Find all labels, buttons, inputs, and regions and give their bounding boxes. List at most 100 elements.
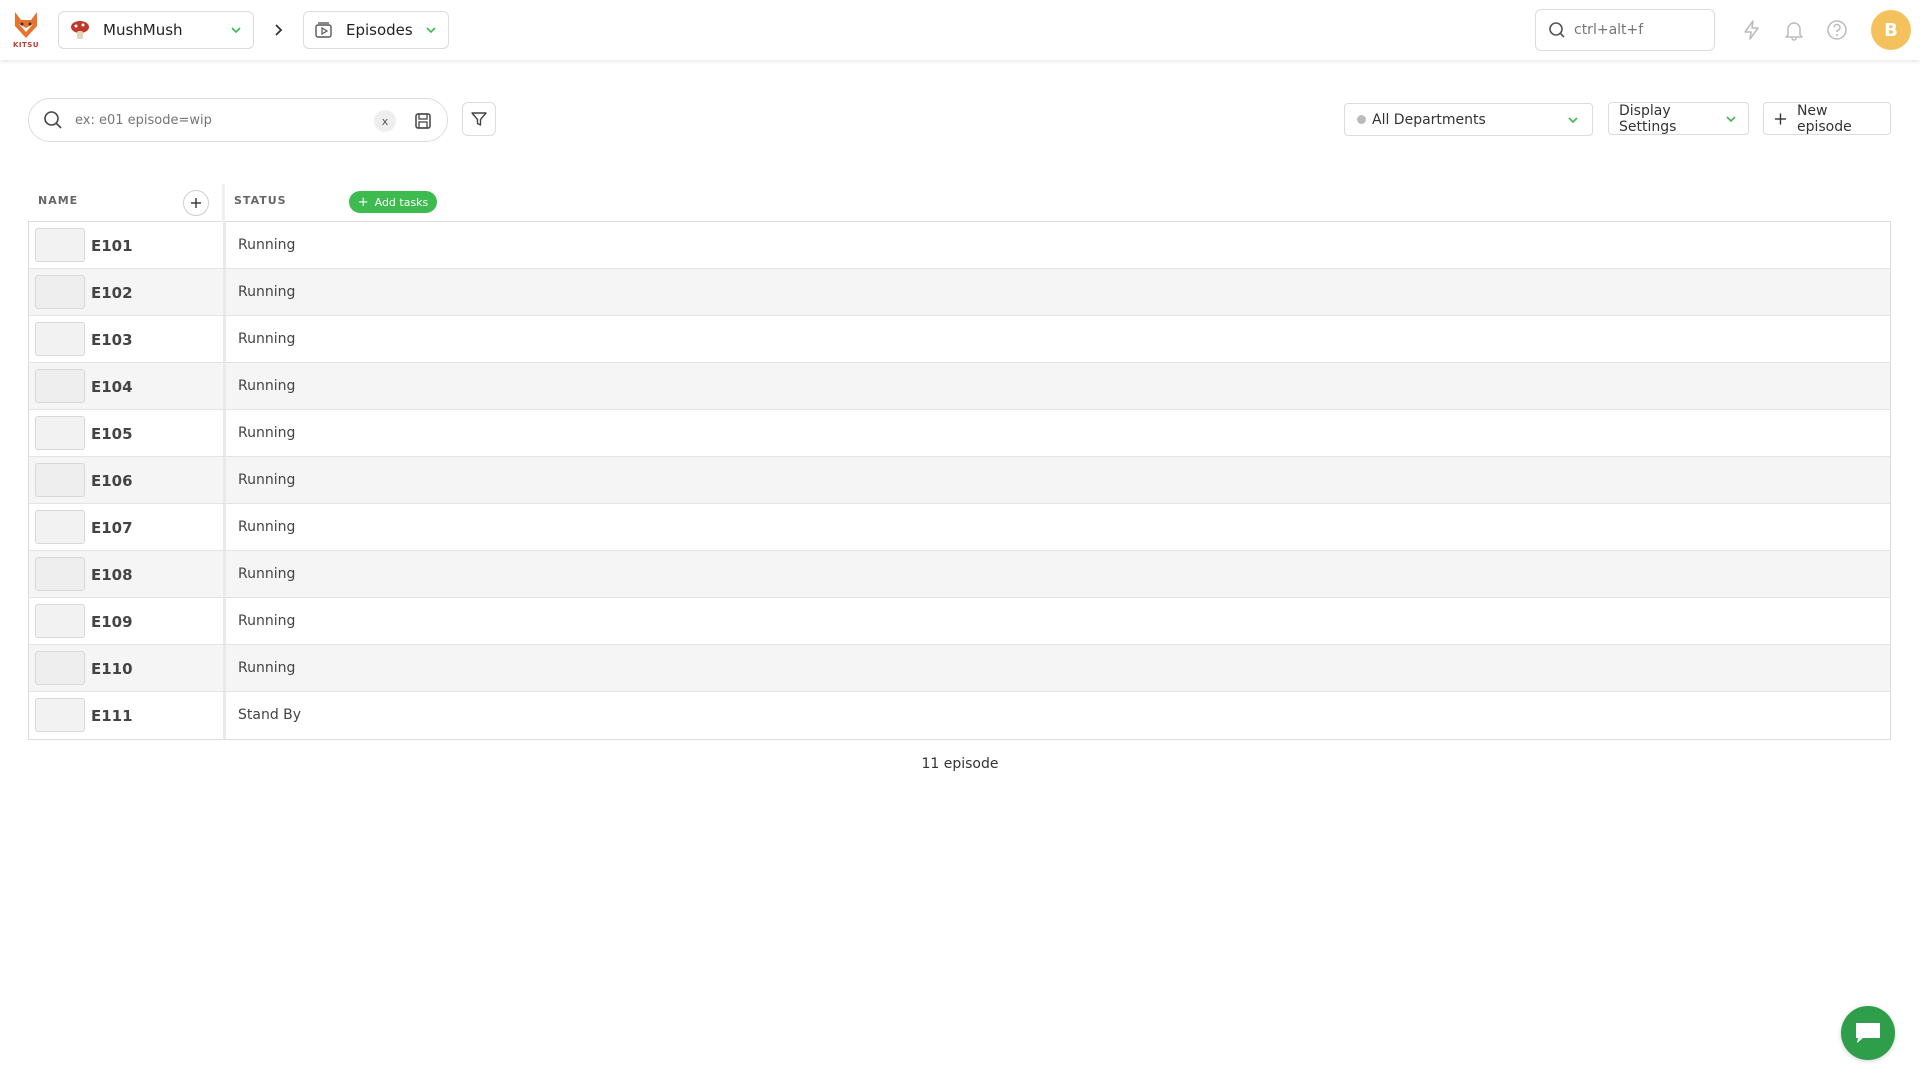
- department-label: All Departments: [1372, 111, 1486, 128]
- column-divider: [223, 598, 226, 644]
- column-header-status[interactable]: STATUS: [234, 194, 287, 207]
- column-divider: [223, 504, 226, 550]
- global-search-input[interactable]: [1574, 22, 1704, 38]
- episode-thumbnail[interactable]: [35, 322, 85, 356]
- column-divider: [223, 269, 226, 315]
- table-row[interactable]: E101 Running: [29, 222, 1890, 269]
- column-divider: [222, 184, 225, 222]
- lightning-icon[interactable]: [1739, 17, 1765, 43]
- episode-name[interactable]: E111: [91, 707, 133, 725]
- column-divider: [223, 363, 226, 409]
- table-row[interactable]: E106 Running: [29, 457, 1890, 504]
- episode-name[interactable]: E109: [91, 613, 133, 631]
- save-icon[interactable]: [413, 111, 433, 131]
- column-divider: [223, 410, 226, 456]
- logo-text: KITSU: [12, 41, 40, 49]
- table-row[interactable]: E105 Running: [29, 410, 1890, 457]
- filter-button[interactable]: [462, 102, 496, 136]
- episode-status[interactable]: Running: [238, 425, 295, 441]
- table-body: E101 Running E102 Running E103 Running E…: [28, 222, 1891, 740]
- chevron-down-icon: [1726, 115, 1736, 122]
- episode-name[interactable]: E103: [91, 331, 133, 349]
- episode-status[interactable]: Running: [238, 472, 295, 488]
- department-color-dot: [1357, 115, 1366, 124]
- section-selector[interactable]: Episodes: [303, 11, 449, 49]
- table-row[interactable]: E110 Running: [29, 645, 1890, 692]
- episodes-icon: [315, 22, 332, 38]
- display-settings-label: Display Settings: [1619, 102, 1677, 135]
- episode-name[interactable]: E108: [91, 566, 133, 584]
- column-divider: [223, 692, 226, 739]
- episode-thumbnail[interactable]: [35, 463, 85, 497]
- bell-icon[interactable]: [1781, 17, 1807, 43]
- episode-thumbnail[interactable]: [35, 651, 85, 685]
- plus-icon: [191, 198, 201, 208]
- episode-name[interactable]: E105: [91, 425, 133, 443]
- episode-thumbnail[interactable]: [35, 416, 85, 450]
- column-header-name[interactable]: NAME: [38, 194, 78, 207]
- episode-status[interactable]: Running: [238, 331, 295, 347]
- episode-thumbnail[interactable]: [35, 698, 85, 732]
- clear-search-button[interactable]: x: [374, 110, 396, 132]
- episode-name[interactable]: E104: [91, 378, 133, 396]
- avatar[interactable]: B: [1871, 10, 1911, 50]
- episode-status[interactable]: Stand By: [238, 707, 301, 723]
- episode-count: 11 episode: [921, 756, 999, 772]
- table-row[interactable]: E109 Running: [29, 598, 1890, 645]
- episode-name[interactable]: E106: [91, 472, 133, 490]
- episode-search-input[interactable]: [75, 112, 355, 128]
- top-bar: KITSU MushMush Episodes ctrl+alt+f B: [0, 0, 1920, 60]
- chat-icon: [1856, 1023, 1880, 1043]
- production-avatar-icon: [69, 19, 91, 41]
- episode-name[interactable]: E102: [91, 284, 133, 302]
- episode-status[interactable]: Running: [238, 237, 295, 253]
- display-settings-button[interactable]: Display Settings: [1608, 102, 1749, 135]
- add-tasks-button[interactable]: + Add tasks: [349, 191, 437, 213]
- chevron-down-icon: [231, 27, 241, 34]
- table-row[interactable]: E107 Running: [29, 504, 1890, 551]
- table-header: NAME STATUS + Add tasks: [28, 184, 1891, 222]
- plus-icon: +: [357, 194, 369, 210]
- search-icon: [44, 111, 62, 129]
- table-row[interactable]: E103 Running: [29, 316, 1890, 363]
- episode-table: NAME STATUS + Add tasks E101 Running E10…: [28, 184, 1891, 740]
- column-divider: [223, 316, 226, 362]
- episode-status[interactable]: Running: [238, 566, 295, 582]
- column-divider: [223, 457, 226, 503]
- chevron-down-icon: [1568, 116, 1578, 123]
- production-name: MushMush: [103, 21, 183, 39]
- episode-thumbnail[interactable]: [35, 228, 85, 262]
- table-row[interactable]: E102 Running: [29, 269, 1890, 316]
- episode-name[interactable]: E107: [91, 519, 133, 537]
- column-divider: [223, 645, 226, 691]
- episode-thumbnail[interactable]: [35, 369, 85, 403]
- add-tasks-label: Add tasks: [374, 195, 429, 209]
- episode-search[interactable]: x: [28, 98, 448, 142]
- table-row[interactable]: E104 Running: [29, 363, 1890, 410]
- global-search[interactable]: [1535, 9, 1715, 51]
- table-row[interactable]: E111 Stand By: [29, 692, 1890, 739]
- episode-thumbnail[interactable]: [35, 275, 85, 309]
- column-divider: [223, 222, 226, 268]
- add-column-button[interactable]: [183, 190, 209, 216]
- new-episode-button[interactable]: New episode: [1763, 102, 1891, 135]
- episode-thumbnail[interactable]: [35, 510, 85, 544]
- kitsu-logo-icon[interactable]: KITSU: [10, 10, 42, 52]
- episode-status[interactable]: Running: [238, 660, 295, 676]
- episode-thumbnail[interactable]: [35, 604, 85, 638]
- chat-button[interactable]: [1841, 1006, 1895, 1060]
- episode-name[interactable]: E110: [91, 660, 133, 678]
- production-selector[interactable]: MushMush: [58, 11, 254, 49]
- help-icon[interactable]: [1824, 17, 1850, 43]
- table-row[interactable]: E108 Running: [29, 551, 1890, 598]
- episode-status[interactable]: Running: [238, 284, 295, 300]
- episode-thumbnail[interactable]: [35, 557, 85, 591]
- episode-status[interactable]: Running: [238, 378, 295, 394]
- new-episode-label: New episode: [1796, 102, 1852, 135]
- department-select[interactable]: All Departments: [1344, 103, 1593, 136]
- episode-status[interactable]: Running: [238, 613, 295, 629]
- episode-name[interactable]: E101: [91, 237, 133, 255]
- search-icon: [1549, 22, 1565, 38]
- episode-status[interactable]: Running: [238, 519, 295, 535]
- column-divider: [223, 551, 226, 597]
